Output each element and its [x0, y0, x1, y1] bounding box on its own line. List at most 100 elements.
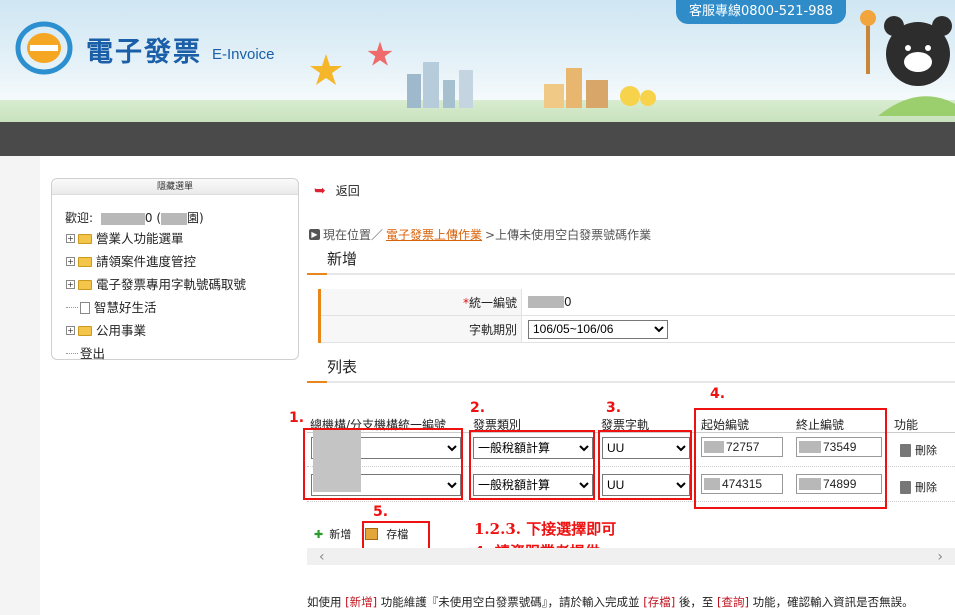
section-accent [307, 273, 327, 275]
annotation-box-track [598, 430, 692, 500]
document-icon [80, 301, 90, 314]
save-button[interactable]: 存檔 [386, 526, 408, 542]
sidebar-item-track-number[interactable]: + 電子發票專用字軌號碼取號 [66, 273, 246, 296]
annotation-number-1: 1. [289, 410, 305, 426]
sidebar-item-smart-life[interactable]: 智慧好生活 [66, 296, 246, 319]
back-arrow-icon: ➥ [314, 182, 326, 199]
section-divider [307, 273, 955, 275]
redacted-org [161, 212, 188, 225]
sidebar-item-label: 電子發票專用字軌號碼取號 [96, 276, 247, 292]
section-accent [307, 381, 327, 383]
period-select[interactable]: 106/05~106/06 [528, 319, 668, 339]
footer-note: 如使用 [新增] 功能維護『未使用空白發票號碼』，請於輸入完成並 [存檔] 後，… [307, 594, 914, 610]
period-value-cell: 106/05~106/06 [521, 316, 955, 342]
trash-icon [900, 480, 911, 494]
delete-button[interactable]: 刪除 [900, 442, 937, 458]
folder-icon [78, 279, 92, 290]
ban-value: 0 [521, 289, 955, 315]
menu-tree: + 營業人功能選單 + 請領案件進度管控 + 電子發票專用字軌號碼取號 智慧好生… [66, 227, 246, 365]
folder-icon [78, 256, 92, 267]
expand-icon[interactable]: + [66, 280, 75, 289]
site-banner: 電子發票 E-Invoice 客服專線0800-521-988 [0, 0, 955, 122]
trash-icon [900, 443, 911, 457]
sidebar-item-label: 登出 [80, 345, 106, 361]
tree-connector [66, 307, 78, 308]
breadcrumb-link[interactable]: 電子發票上傳作業 [386, 226, 482, 243]
site-subtitle: E-Invoice [212, 46, 275, 63]
town-icon [544, 68, 656, 108]
form-row-period: 字軌期別 106/05~106/06 [321, 316, 955, 343]
banner-ground [0, 100, 955, 122]
star-icon [310, 54, 342, 85]
sidebar-item-label: 公用事業 [96, 322, 147, 338]
add-button[interactable]: 新增 [329, 526, 351, 542]
save-icon [365, 528, 379, 540]
section-divider [307, 381, 955, 383]
tree-connector [66, 353, 78, 354]
add-icon: ✚ [314, 527, 324, 541]
delete-label: 刪除 [915, 481, 937, 494]
sidebar-item-case-progress[interactable]: + 請領案件進度管控 [66, 250, 246, 273]
breadcrumb-arrow-icon: ▶ [309, 229, 320, 240]
footer-text: 如使用 [307, 595, 346, 609]
expand-icon[interactable]: + [66, 234, 75, 243]
header-strip [0, 122, 955, 156]
sidebar-menu: 隱藏選單 歡迎: 0 (園) + 營業人功能選單 + 請領案件進度管控 + 電子… [51, 178, 299, 361]
welcome-prefix: 歡迎: [65, 211, 94, 225]
period-label: 字軌期別 [468, 322, 517, 337]
back-label: 返回 [335, 184, 360, 198]
side-gutter [0, 156, 40, 615]
ban-suffix: 0 [564, 295, 572, 309]
footer-text: 功能維護『未使用空白發票號碼』，請於輸入完成並 [377, 595, 644, 609]
sidebar-item-logout[interactable]: 登出 [66, 342, 246, 365]
breadcrumb: ▶ 現在位置／ 電子發票上傳作業 >上傳未使用空白發票號碼作業 [309, 226, 651, 243]
horizontal-scrollbar[interactable]: ‹ › [307, 548, 955, 565]
sidebar-item-label: 智慧好生活 [94, 299, 157, 315]
folder-icon [78, 233, 92, 244]
action-bar: ✚ 新增 存檔 [314, 526, 408, 542]
scroll-left-icon[interactable]: ‹ [319, 549, 325, 565]
welcome-text: 歡迎: 0 (園) [65, 209, 204, 226]
sidebar-item-label: 請領案件進度管控 [96, 253, 197, 269]
redacted-ban [528, 296, 564, 308]
back-link[interactable]: ➥ 返回 [314, 182, 360, 199]
hide-menu-toggle[interactable]: 隱藏選單 [52, 179, 298, 195]
annotation-number-5: 5. [373, 504, 389, 520]
expand-icon[interactable]: + [66, 257, 75, 266]
redacted-name [100, 212, 145, 225]
annotation-box-numbers [694, 408, 887, 509]
ban-label-text: 統一編號 [468, 295, 517, 310]
annotation-note-1: 1.2.3. 下接選擇即可 [474, 520, 617, 538]
breadcrumb-current: >上傳未使用空白發票號碼作業 [485, 228, 652, 242]
expand-icon[interactable]: + [66, 326, 75, 335]
breadcrumb-prefix: 現在位置／ [323, 228, 384, 242]
annotation-number-2: 2. [470, 400, 486, 416]
star-icon [367, 41, 393, 66]
delete-button[interactable]: 刪除 [900, 479, 937, 495]
form-row-ban: *統一編號 0 [321, 289, 955, 316]
footer-highlight-save: [存檔] [643, 595, 676, 609]
bear-mascot-icon [860, 10, 955, 116]
sidebar-item-utilities[interactable]: + 公用事業 [66, 319, 246, 342]
app-root: 電子發票 E-Invoice 客服專線0800-521-988 隱藏選單 歡迎:… [0, 0, 955, 615]
annotation-box-category [469, 430, 595, 500]
folder-icon [78, 325, 92, 336]
e-invoice-logo-icon [15, 21, 73, 75]
sidebar-item-business-menu[interactable]: + 營業人功能選單 [66, 227, 246, 250]
footer-highlight-add: [新增] [345, 595, 378, 609]
col-action: 功能 [894, 418, 919, 432]
site-title: 電子發票 [86, 37, 202, 68]
footer-text: 後，至 [675, 595, 717, 609]
scroll-right-icon[interactable]: › [937, 549, 943, 565]
annotation-number-4: 4. [710, 386, 726, 402]
footer-text: 功能，確認輸入資訊是否無誤。 [748, 595, 914, 609]
welcome-suffix: 園) [187, 211, 204, 225]
annotation-number-3: 3. [606, 400, 622, 416]
hotline-badge: 客服專線0800-521-988 [676, 0, 846, 24]
footer-highlight-query: [查詢] [717, 595, 749, 609]
list-section-title: 列表 [327, 358, 358, 376]
sidebar-item-label: 營業人功能選單 [96, 230, 184, 246]
city-buildings-icon [407, 62, 473, 108]
add-section-title: 新增 [327, 250, 358, 268]
add-form: *統一編號 0 字軌期別 106/05~106/06 [318, 289, 955, 343]
